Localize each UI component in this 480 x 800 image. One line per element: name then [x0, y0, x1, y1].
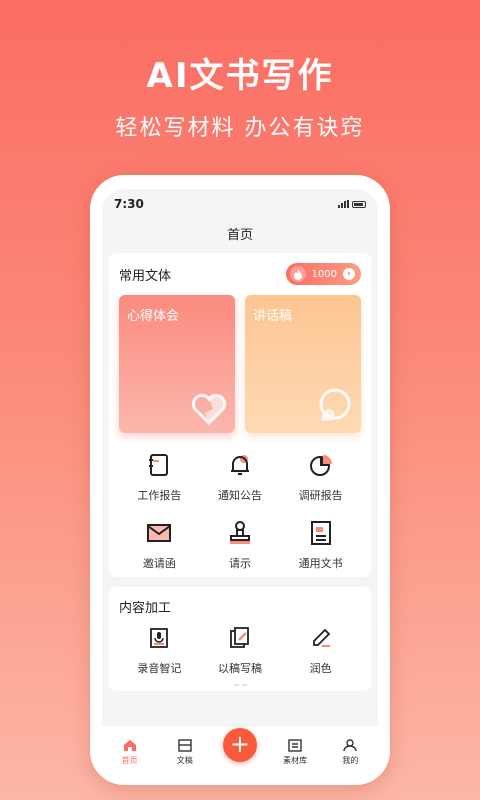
status-icons — [338, 200, 366, 208]
tab-label: 文稿 — [176, 756, 193, 765]
item-label: 调研报告 — [298, 489, 343, 502]
add-icon[interactable]: + — [222, 728, 257, 762]
item-general-document[interactable]: 通用文书 — [280, 519, 361, 571]
bell-icon — [226, 451, 254, 479]
page-indicator — [119, 684, 361, 686]
item-label: 邀请函 — [142, 557, 176, 570]
tab-bar: 首页 文稿 + 素材库 我的 — [102, 725, 378, 771]
flame-icon — [289, 266, 306, 282]
item-notice[interactable]: 通知公告 — [200, 451, 281, 503]
item-polish[interactable]: 润色 — [280, 624, 361, 676]
tab-library[interactable]: 素材库 — [270, 739, 320, 766]
stamp-icon — [226, 519, 254, 547]
promo-subtitle: 轻松写材料 办公有诀窍 — [115, 116, 365, 141]
phone-frame: 7:30 首页 常用文体 1000 › 心得体会 讲话稿 工作报告 通知公告 调… — [90, 175, 390, 785]
item-label: 通知公告 — [217, 489, 262, 502]
pie-chart-icon — [307, 451, 335, 479]
document-icon — [307, 519, 335, 547]
tab-label: 首页 — [121, 756, 138, 765]
points-button[interactable]: 1000 › — [285, 263, 361, 285]
profile-icon — [343, 739, 358, 752]
tab-profile[interactable]: 我的 — [325, 739, 375, 766]
item-label: 工作报告 — [137, 489, 182, 502]
status-time: 7:30 — [114, 197, 144, 211]
pen-icon — [307, 624, 335, 652]
library-icon — [288, 739, 302, 752]
item-work-report[interactable]: 工作报告 — [119, 451, 200, 503]
tab-label: 素材库 — [283, 756, 308, 765]
status-bar: 7:30 — [102, 189, 378, 219]
tab-label: 我的 — [342, 756, 359, 765]
heart-icon — [191, 393, 227, 425]
item-request[interactable]: 请示 — [200, 519, 281, 571]
copy-edit-icon — [226, 624, 254, 652]
item-research-report[interactable]: 调研报告 — [280, 451, 361, 503]
home-icon — [123, 740, 136, 751]
feature-card-jianghuagao[interactable]: 讲话稿 — [245, 295, 361, 433]
tab-drafts[interactable]: 文稿 — [160, 739, 210, 766]
item-invitation[interactable]: 邀请函 — [119, 519, 200, 571]
item-label: 请示 — [228, 557, 251, 570]
battery-icon — [352, 200, 366, 208]
feature-card-label: 讲话稿 — [253, 309, 293, 324]
feature-card-label: 心得体会 — [127, 309, 180, 324]
promo-title: AI文书写作 — [146, 56, 334, 96]
page-title: 首页 — [226, 228, 253, 243]
signal-icon — [338, 200, 349, 208]
common-styles-card: 常用文体 1000 › 心得体会 讲话稿 工作报告 通知公告 调研报告 邀请函 … — [109, 253, 371, 577]
item-label: 录音智记 — [137, 662, 182, 675]
content-processing-title: 内容加工 — [119, 601, 172, 616]
envelope-icon — [145, 519, 173, 547]
item-recording-notes[interactable]: 录音智记 — [119, 624, 200, 676]
item-draft-from-draft[interactable]: 以稿写稿 — [200, 624, 281, 676]
recorder-icon — [145, 624, 173, 652]
speech-bubble-icon — [319, 388, 351, 421]
common-styles-title: 常用文体 — [119, 268, 172, 284]
notebook-icon — [145, 451, 173, 479]
tab-home[interactable]: 首页 — [105, 739, 155, 766]
feature-card-xindetihui[interactable]: 心得体会 — [119, 295, 235, 433]
item-label: 以稿写稿 — [217, 662, 262, 675]
chevron-right-icon: › — [343, 268, 355, 280]
app-screen: 7:30 首页 常用文体 1000 › 心得体会 讲话稿 工作报告 通知公告 调… — [102, 189, 378, 771]
drafts-icon — [178, 739, 192, 752]
item-label: 润色 — [309, 662, 332, 675]
points-value: 1000 — [311, 268, 337, 280]
content-processing-card: 内容加工 录音智记 以稿写稿 润色 — [109, 587, 371, 691]
item-label: 通用文书 — [298, 557, 343, 570]
tab-add[interactable]: + — [215, 728, 265, 766]
